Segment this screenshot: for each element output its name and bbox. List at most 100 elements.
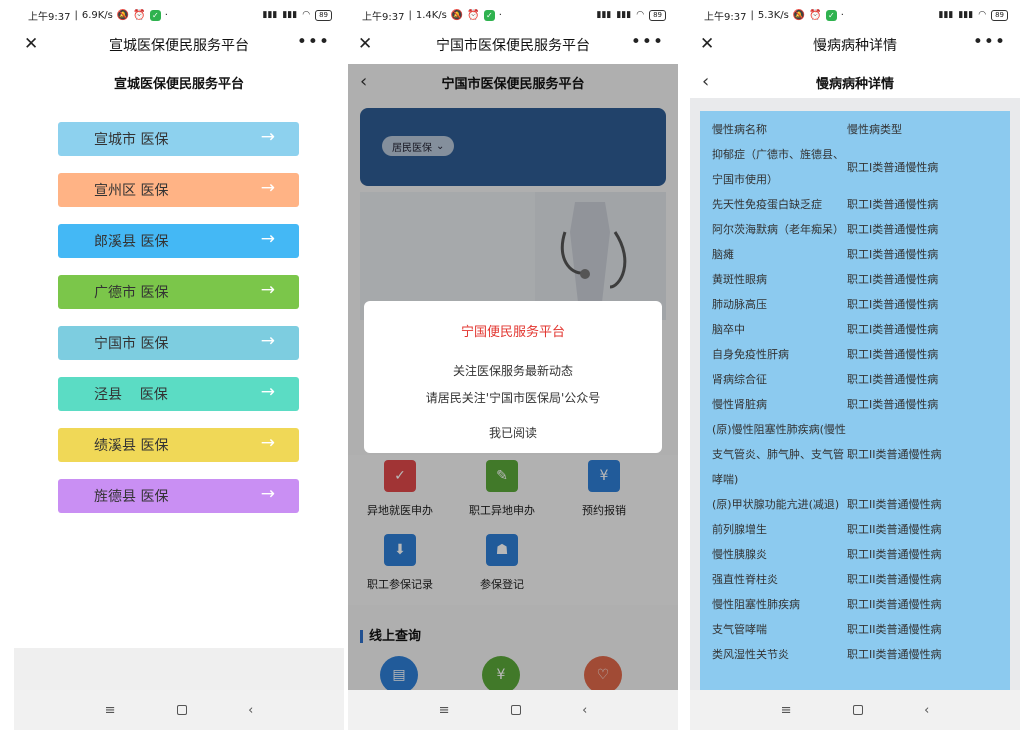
home-icon[interactable]: [852, 705, 863, 715]
disease-list: 慢性病名称 慢性病类型 抑郁症（广德市、旌德县、宁国市使用） 职工I类普通慢性病 …: [700, 111, 1010, 690]
list-header: 慢性病名称 慢性病类型: [700, 117, 1010, 142]
disease-type: 职工II类普通慢性病: [847, 573, 942, 586]
phone-screen-ningguo: 上午9:37 | 1.4K/s 🔕 ⏰ ✓ · ▮▮▮ ▮▮▮ ◠ 89 ✕ 宁…: [348, 0, 678, 730]
page-title: 宁国市医保便民服务平台: [436, 38, 590, 54]
disease-type: 职工I类普通慢性病: [847, 198, 939, 211]
disease-name: 肺动脉高压: [712, 298, 767, 311]
close-icon[interactable]: ✕: [700, 34, 714, 54]
status-speed: 5.3K/s: [757, 9, 789, 21]
alarm-icon: ⏰: [809, 9, 822, 21]
menu-icon[interactable]: ≡: [439, 703, 450, 718]
wifi-icon: ◠: [302, 10, 311, 20]
header-disease-type: 慢性病类型: [847, 123, 902, 136]
city-button-jingde[interactable]: 旌德县 医保 →: [58, 479, 299, 513]
arrow-right-icon: →: [260, 178, 275, 198]
battery-icon: 89: [649, 9, 666, 21]
title-bar: ✕ 宣城医保便民服务平台 •••: [14, 30, 344, 60]
disease-type: 职工II类普通慢性病: [847, 448, 942, 461]
back-icon[interactable]: ‹: [924, 703, 929, 718]
city-button-langxi[interactable]: 郎溪县 医保 →: [58, 224, 299, 258]
city-button-xuancheng[interactable]: 宣城市 医保 →: [58, 122, 299, 156]
city-button-jingxian[interactable]: 泾县 医保 →: [58, 377, 299, 411]
menu-icon[interactable]: ≡: [105, 703, 116, 718]
disease-type: 职工I类普通慢性病: [847, 373, 939, 386]
signal-icon: ▮▮▮: [596, 10, 612, 20]
disease-type: 职工I类普通慢性病: [847, 273, 939, 286]
dialog-message-line2: 请居民关注'宁国市医保局'公众号: [425, 391, 601, 405]
city-button-xuanzhou[interactable]: 宣州区 医保 →: [58, 173, 299, 207]
wechat-icon: ✓: [483, 9, 495, 21]
system-nav-bar: ≡ ‹: [14, 690, 344, 730]
page-subtitle: 宣城医保便民服务平台: [14, 66, 344, 98]
more-icon[interactable]: •••: [297, 32, 330, 52]
table-row: 支气管哮喘 职工II类普通慢性病: [700, 617, 1010, 642]
table-row: 黄斑性眼病 职工I类普通慢性病: [700, 267, 1010, 292]
arrow-right-icon: →: [260, 382, 275, 402]
disease-name: 先天性免疫蛋白缺乏症: [712, 198, 822, 211]
disease-name: 阿尔茨海默病（老年痴呆）: [712, 223, 844, 236]
table-row: 肺动脉高压 职工I类普通慢性病: [700, 292, 1010, 317]
disease-type: 职工II类普通慢性病: [847, 648, 942, 661]
table-row: 肾病综合征 职工I类普通慢性病: [700, 367, 1010, 392]
table-row: 抑郁症（广德市、旌德县、宁国市使用） 职工I类普通慢性病: [700, 142, 1010, 192]
table-row: 强直性脊柱炎 职工II类普通慢性病: [700, 567, 1010, 592]
city-button-label: 宣城市 医保: [94, 132, 169, 148]
alarm-icon: ⏰: [467, 9, 480, 21]
table-row: 前列腺增生 职工II类普通慢性病: [700, 517, 1010, 542]
close-icon[interactable]: ✕: [24, 34, 38, 54]
city-button-guangde[interactable]: 广德市 医保 →: [58, 275, 299, 309]
status-time: 上午9:37: [28, 11, 71, 23]
page-title: 慢病病种详情: [813, 38, 897, 54]
notice-dialog: 宁国便民服务平台 关注医保服务最新动态 请居民关注'宁国市医保局'公众号 我已阅…: [364, 301, 662, 453]
signal-icon-2: ▮▮▮: [958, 10, 974, 20]
city-button-ningguo[interactable]: 宁国市 医保 →: [58, 326, 299, 360]
disease-name: (原)慢性阻塞性肺疾病(慢性支气管炎、肺气肿、支气管哮喘): [712, 423, 846, 486]
disease-name: 慢性阻塞性肺疾病: [712, 598, 800, 611]
table-row: 类风湿性关节炎 职工II类普通慢性病: [700, 642, 1010, 667]
disease-type: 职工I类普通慢性病: [847, 323, 939, 336]
disease-type: 职工II类普通慢性病: [847, 498, 942, 511]
disease-type: 职工I类普通慢性病: [847, 348, 939, 361]
table-row: 脑卒中 职工I类普通慢性病: [700, 317, 1010, 342]
city-button-label: 宁国市 医保: [94, 336, 169, 352]
arrow-right-icon: →: [260, 280, 275, 300]
close-icon[interactable]: ✕: [358, 34, 372, 54]
disease-type: 职工I类普通慢性病: [847, 223, 939, 236]
home-icon[interactable]: [510, 705, 521, 715]
title-bar: ✕ 慢病病种详情 •••: [690, 30, 1020, 60]
city-button-label: 广德市 医保: [94, 285, 169, 301]
disease-name: 肾病综合征: [712, 373, 767, 386]
disease-name: 抑郁症（广德市、旌德县、宁国市使用）: [712, 148, 844, 186]
dialog-title: 宁国便民服务平台: [460, 325, 565, 340]
mute-icon: 🔕: [116, 9, 130, 21]
wifi-icon: ◠: [978, 10, 987, 20]
battery-icon: 89: [315, 9, 332, 21]
back-icon[interactable]: ‹: [248, 703, 253, 718]
status-bar: 上午9:37 | 5.3K/s 🔕 ⏰ ✓ · ▮▮▮ ▮▮▮ ◠ 89: [690, 0, 1020, 30]
mute-icon: 🔕: [450, 9, 464, 21]
more-icon[interactable]: •••: [973, 32, 1006, 52]
arrow-right-icon: →: [260, 127, 275, 147]
status-time: 上午9:37: [704, 11, 747, 23]
disease-type: 职工I类普通慢性病: [847, 160, 939, 174]
menu-icon[interactable]: ≡: [781, 703, 792, 718]
title-bar: ✕ 宁国市医保便民服务平台 •••: [348, 30, 678, 60]
city-button-jixi[interactable]: 绩溪县 医保 →: [58, 428, 299, 462]
more-icon[interactable]: •••: [631, 32, 664, 52]
back-icon[interactable]: ‹: [582, 703, 587, 718]
back-arrow-icon[interactable]: ‹: [702, 71, 709, 92]
disease-name: 脑卒中: [712, 323, 745, 336]
table-row: 先天性免疫蛋白缺乏症 职工I类普通慢性病: [700, 192, 1010, 217]
disease-name: 前列腺增生: [712, 523, 767, 536]
system-nav-bar: ≡ ‹: [690, 690, 1020, 730]
disease-type: 职工II类普通慢性病: [847, 623, 942, 636]
phone-screen-xuancheng: 上午9:37 | 6.9K/s 🔕 ⏰ ✓ · ▮▮▮ ▮▮▮ ◠ 89 ✕ 宣…: [14, 0, 344, 730]
home-icon[interactable]: [176, 705, 187, 715]
arrow-right-icon: →: [260, 484, 275, 504]
dialog-confirm-button[interactable]: 我已阅读: [489, 424, 537, 441]
signal-icon: ▮▮▮: [938, 10, 954, 20]
system-nav-bar: ≡ ‹: [348, 690, 678, 730]
wifi-icon: ◠: [636, 10, 645, 20]
wechat-icon: ✓: [825, 9, 837, 21]
disease-name: 强直性脊柱炎: [712, 573, 778, 586]
